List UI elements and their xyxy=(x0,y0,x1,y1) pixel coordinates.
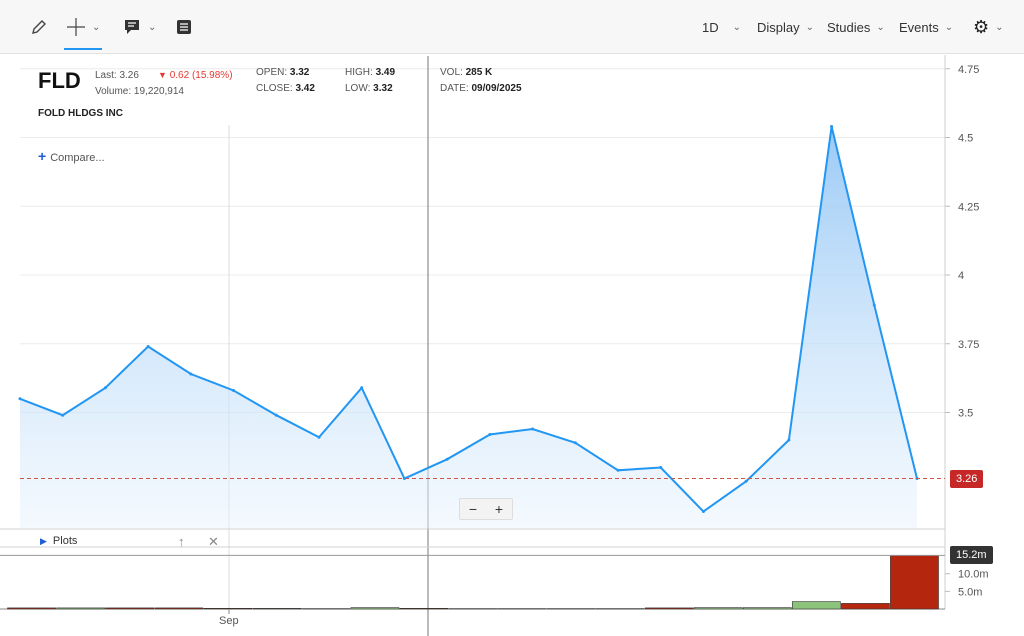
volume-bar xyxy=(644,607,694,610)
volume-tick-label: 10.0m xyxy=(958,569,989,581)
price-point xyxy=(616,468,620,472)
volume-bar xyxy=(203,607,253,610)
price-point xyxy=(488,433,492,436)
settings-button[interactable]: ⚙ ⌄ xyxy=(973,14,1004,40)
chevron-down-icon: ⌄ xyxy=(805,21,815,33)
plots-toggle[interactable]: ▶ Plots xyxy=(40,535,77,547)
volume-bar xyxy=(7,607,56,610)
chevron-down-icon: ⌄ xyxy=(148,21,157,33)
zoom-out-button[interactable]: − xyxy=(460,499,486,519)
volume-bar xyxy=(154,607,204,610)
annotation-tool-button[interactable]: ⌄ xyxy=(124,14,156,40)
volume-tick-label: 5.0m xyxy=(958,586,982,598)
active-tool-indicator xyxy=(64,48,102,50)
volume-bar xyxy=(693,607,743,610)
price-point xyxy=(189,372,193,376)
price-point xyxy=(232,389,236,392)
high-value: HIGH: 3.49 xyxy=(345,67,396,78)
price-chart[interactable]: 4.75 4.5 4.25 4 3.75 3.5 10.0m 5.0m xyxy=(0,53,1024,636)
volume-bar xyxy=(56,607,105,610)
y-tick-label: 3.5 xyxy=(958,408,973,420)
y-tick-label: 3.75 xyxy=(958,339,979,351)
display-label: Display xyxy=(757,19,800,35)
crosshair-tool-button[interactable]: ⌄ xyxy=(66,14,100,40)
close-icon[interactable]: ✕ xyxy=(208,534,219,550)
volume-bar xyxy=(791,601,841,610)
price-point xyxy=(61,413,65,417)
x-tick-label: Sep xyxy=(219,615,239,627)
price-point xyxy=(274,413,278,417)
volume-bar xyxy=(350,607,400,610)
y-tick-label: 4.25 xyxy=(958,201,979,213)
price-point xyxy=(18,397,22,401)
volume-bar xyxy=(105,607,154,610)
zoom-in-button[interactable]: + xyxy=(486,499,512,519)
compare-button[interactable]: + Compare... xyxy=(38,148,105,164)
price-area xyxy=(20,126,917,528)
price-point xyxy=(744,479,748,483)
volume-total: Volume: 19,220,914 xyxy=(95,86,184,97)
events-dropdown[interactable]: Events ⌄ xyxy=(899,14,953,40)
price-point xyxy=(787,438,791,442)
data-table-button[interactable] xyxy=(176,14,192,40)
move-up-icon[interactable]: ↑ xyxy=(178,534,185,549)
price-point xyxy=(103,386,107,390)
price-point xyxy=(317,435,321,439)
display-dropdown[interactable]: Display ⌄ xyxy=(757,14,814,40)
zoom-controls: − + xyxy=(459,498,513,520)
price-point xyxy=(146,345,150,348)
date-value: DATE: 09/09/2025 xyxy=(440,83,522,94)
volume-bar xyxy=(742,607,792,610)
gear-icon: ⚙ xyxy=(973,16,990,37)
volume-bar xyxy=(399,607,449,610)
y-tick-label: 4.5 xyxy=(958,133,973,145)
volume-bar xyxy=(890,555,939,610)
price-point xyxy=(573,441,577,445)
price-point xyxy=(445,457,449,461)
studies-dropdown[interactable]: Studies ⌄ xyxy=(827,14,885,40)
vol-value: VOL: 285 K xyxy=(440,67,493,78)
chevron-down-icon: ⌄ xyxy=(732,21,742,33)
crosshair-icon xyxy=(67,18,85,36)
interval-dropdown[interactable]: 1D ⌄ xyxy=(702,14,741,40)
table-icon xyxy=(177,20,191,34)
volume-badge: 15.2m xyxy=(950,546,993,565)
price-point xyxy=(872,303,876,307)
chart-toolbar: ⌄ ⌄ 1D ⌄ Display ⌄ Studies ⌄ Events ⌄ ⚙ … xyxy=(0,0,1024,54)
down-arrow-icon: ▼ xyxy=(158,70,167,80)
comment-icon xyxy=(125,20,139,34)
events-label: Events xyxy=(899,19,939,35)
low-value: LOW: 3.32 xyxy=(345,83,393,94)
close-value: CLOSE: 3.42 xyxy=(256,83,315,94)
price-point xyxy=(531,427,535,431)
chevron-down-icon: ⌄ xyxy=(876,21,885,33)
open-value: OPEN: 3.32 xyxy=(256,67,310,78)
price-point xyxy=(659,466,663,469)
interval-label: 1D xyxy=(702,19,719,35)
chevron-down-icon: ⌄ xyxy=(944,21,954,33)
y-tick-label: 4.75 xyxy=(958,64,979,76)
price-point xyxy=(830,125,834,128)
chevron-down-icon: ⌄ xyxy=(995,21,1004,33)
expand-triangle-icon: ▶ xyxy=(40,536,47,546)
price-change: ▼ 0.62 (15.98%) xyxy=(158,70,233,81)
volume-bar xyxy=(252,607,302,610)
studies-label: Studies xyxy=(827,19,871,35)
price-point xyxy=(701,510,705,513)
price-point xyxy=(360,386,364,390)
volume-bar xyxy=(841,603,890,610)
y-tick-label: 4 xyxy=(958,270,964,282)
last-price-badge: 3.26 xyxy=(950,469,984,488)
plus-icon: + xyxy=(38,148,47,164)
company-name: FOLD HLDGS INC xyxy=(38,108,123,119)
last-price: Last: 3.26 xyxy=(95,70,139,81)
chevron-down-icon: ⌄ xyxy=(92,21,101,33)
ticker-symbol: FLD xyxy=(38,68,81,93)
pencil-icon[interactable] xyxy=(30,14,48,40)
